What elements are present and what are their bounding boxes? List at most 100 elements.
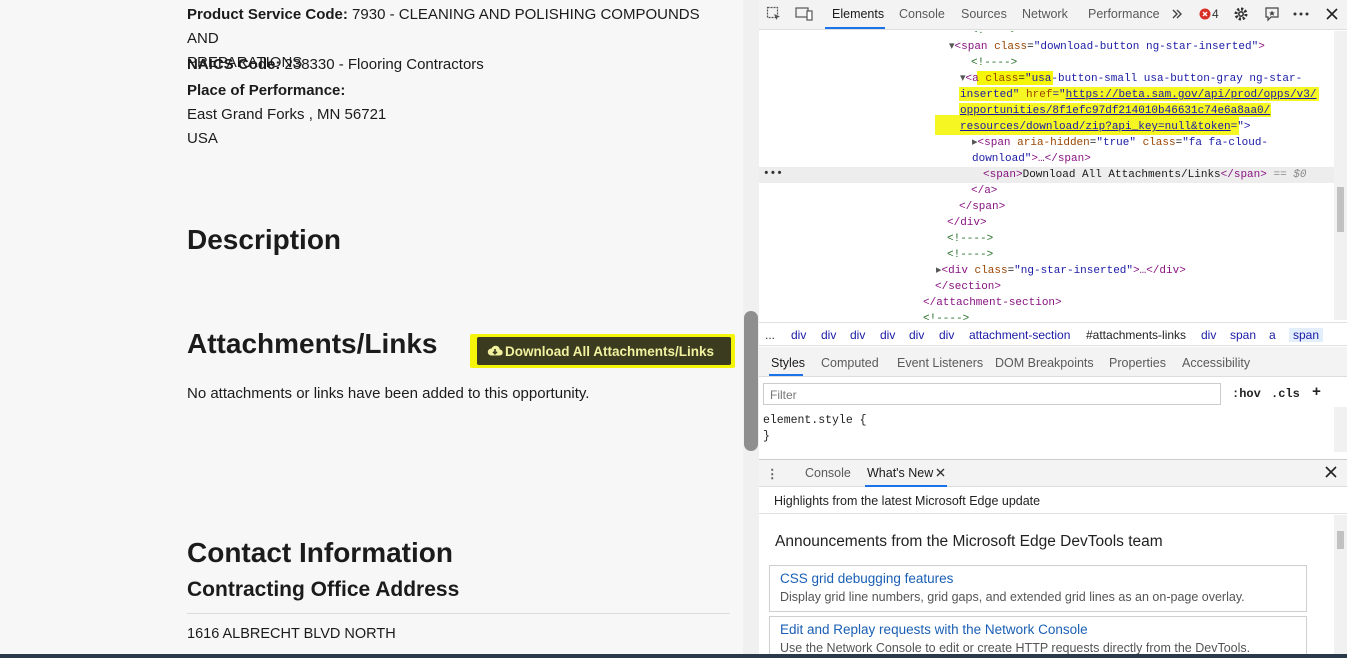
dom-line[interactable]: resources/download/zip?api_key=null&toke… — [960, 119, 1250, 135]
tab-computed[interactable]: Computed — [821, 356, 879, 370]
tab-styles-underline — [769, 374, 803, 376]
breadcrumb: ... div div div div div div attachment-s… — [759, 322, 1347, 346]
dom-line[interactable]: <!----> — [971, 55, 1017, 71]
tab-accessibility[interactable]: Accessibility — [1182, 356, 1250, 370]
breadcrumb-item[interactable]: div — [939, 328, 954, 342]
taskbar-edge — [0, 654, 1347, 658]
announcements-title: Announcements from the Microsoft Edge De… — [775, 533, 1163, 550]
breadcrumb-item-selected[interactable]: span — [1289, 328, 1324, 342]
breadcrumb-item[interactable]: ... — [765, 328, 775, 342]
dom-line-selected[interactable]: <span>Download All Attachments/Links</sp… — [983, 167, 1306, 183]
drawer-tab-underline — [865, 485, 947, 487]
breadcrumb-item[interactable]: div — [821, 328, 836, 342]
settings-gear-icon[interactable] — [1232, 5, 1250, 23]
breadcrumb-item[interactable]: div — [850, 328, 865, 342]
more-tabs-icon[interactable] — [1168, 5, 1186, 23]
device-emulation-icon[interactable] — [795, 5, 813, 23]
web-page: Product Service Code: 7930 - CLEANING AN… — [0, 0, 743, 658]
address-line-1: 1616 ALBRECHT BLVD NORTH — [187, 626, 396, 642]
href-link[interactable]: https://beta.sam.gov/api/prod/opps/v3/ — [1066, 89, 1317, 101]
dom-line[interactable]: </span> — [959, 199, 1005, 215]
naics-value: 238330 - Flooring Contractors — [280, 56, 484, 73]
hov-toggle[interactable]: :hov — [1232, 387, 1261, 401]
styles-filter-input[interactable]: Filter — [763, 383, 1221, 405]
close-tab-icon[interactable] — [936, 466, 945, 480]
feedback-icon[interactable] — [1263, 5, 1281, 23]
dom-line[interactable]: <!----> — [947, 231, 993, 247]
breadcrumb-item[interactable]: attachment-section — [969, 328, 1070, 342]
breadcrumb-item[interactable]: div — [880, 328, 895, 342]
attachments-heading: Attachments/Links — [187, 328, 438, 359]
tab-performance[interactable]: Performance — [1088, 7, 1160, 21]
announcement-card-title[interactable]: CSS grid debugging features — [780, 570, 1296, 588]
devtools-panel: Elements Console Sources Network Perform… — [759, 0, 1347, 658]
dom-line[interactable]: </attachment-section> — [923, 295, 1062, 311]
cloud-download-icon — [487, 343, 503, 359]
psc-label: Product Service Code: — [187, 6, 348, 23]
elements-dom-tree[interactable]: ••• <!----> ▾<span class="download-butto… — [759, 31, 1334, 320]
tab-properties[interactable]: Properties — [1109, 356, 1166, 370]
href-link[interactable]: resources/download/zip?api_key=null&toke… — [960, 121, 1231, 133]
cls-toggle[interactable]: .cls — [1271, 387, 1300, 401]
styles-scrollbar[interactable] — [1334, 407, 1347, 452]
drawer-tab-whats-new[interactable]: What's New — [867, 466, 933, 480]
office-address-heading: Contracting Office Address — [187, 578, 460, 601]
tab-event-listeners[interactable]: Event Listeners — [897, 356, 983, 370]
breadcrumb-item[interactable]: #attachments-links — [1086, 328, 1186, 342]
pop-city: East Grand Forks , MN 56721 — [187, 106, 387, 123]
dom-line[interactable]: <!----> — [971, 31, 1017, 39]
place-of-performance: Place of Performance: East Grand Forks ,… — [187, 79, 727, 151]
tab-styles[interactable]: Styles — [771, 356, 805, 370]
dom-tree-scrollbar-thumb[interactable] — [1337, 187, 1344, 232]
dom-line[interactable]: </a> — [971, 183, 997, 199]
dom-line[interactable]: ▾<a class="usa-button-small usa-button-g… — [960, 71, 1302, 87]
dom-line[interactable]: </section> — [935, 279, 1001, 295]
announcement-card[interactable]: CSS grid debugging features Display grid… — [769, 565, 1307, 612]
breadcrumb-item[interactable]: div — [909, 328, 924, 342]
page-scrollbar-thumb[interactable] — [744, 311, 758, 451]
dom-line[interactable]: ▾<span class="download-button ng-star-in… — [949, 39, 1265, 55]
download-all-button[interactable]: Download All Attachments/Links — [477, 337, 731, 365]
dom-line[interactable]: </div> — [947, 215, 987, 231]
drawer-toolbar: ⋮ Console What's New — [759, 459, 1347, 487]
announcement-card-title[interactable]: Edit and Replay requests with the Networ… — [780, 621, 1296, 639]
naics-label: NAICS Code: — [187, 56, 281, 73]
href-link[interactable]: opportunities/8f1efc97df214010b46631c74e… — [960, 105, 1270, 117]
whats-new-scrollbar-thumb[interactable] — [1337, 531, 1344, 549]
whats-new-scrollbar[interactable] — [1334, 515, 1347, 654]
dom-line[interactable]: <!----> — [947, 247, 993, 263]
dom-line[interactable]: <!----> — [923, 311, 969, 320]
devtools-toolbar: Elements Console Sources Network Perform… — [759, 0, 1347, 30]
breadcrumb-item[interactable]: span — [1230, 328, 1256, 342]
drawer-tab-console[interactable]: Console — [805, 466, 851, 480]
close-devtools-icon[interactable] — [1323, 5, 1341, 23]
divider — [187, 613, 730, 614]
more-options-icon[interactable] — [1292, 5, 1310, 23]
breadcrumb-item[interactable]: div — [791, 328, 806, 342]
breadcrumb-item[interactable]: div — [1201, 328, 1216, 342]
dom-line[interactable]: opportunities/8f1efc97df214010b46631c74e… — [960, 103, 1270, 119]
tab-network[interactable]: Network — [1022, 7, 1068, 21]
styles-tabs: Styles Computed Event Listeners DOM Brea… — [759, 347, 1347, 377]
breadcrumb-item[interactable]: a — [1269, 328, 1276, 342]
dom-tree-scrollbar[interactable] — [1334, 31, 1347, 320]
error-count[interactable]: 4 — [1212, 7, 1219, 21]
close-drawer-icon[interactable] — [1325, 466, 1337, 481]
announcement-card-desc: Display grid line numbers, grid gaps, an… — [780, 590, 1245, 604]
dom-line[interactable]: ▸<span aria-hidden="true" class="fa fa-c… — [972, 135, 1268, 151]
tab-console[interactable]: Console — [899, 7, 945, 21]
tab-dom-breakpoints[interactable]: DOM Breakpoints — [995, 356, 1094, 370]
announcement-card[interactable]: Edit and Replay requests with the Networ… — [769, 616, 1307, 658]
dom-line[interactable]: ▸<div class="ng-star-inserted">…</div> — [936, 263, 1186, 279]
tab-sources[interactable]: Sources — [961, 7, 1007, 21]
dom-line[interactable]: download">…</span> — [972, 151, 1091, 167]
error-icon[interactable] — [1198, 5, 1212, 23]
node-actions-ellipsis[interactable]: ••• — [763, 168, 783, 180]
pop-label: Place of Performance: — [187, 82, 346, 99]
dom-line[interactable]: inserted" href="https://beta.sam.gov/api… — [960, 87, 1316, 103]
inspect-element-icon[interactable] — [765, 5, 783, 23]
new-style-rule-button[interactable]: + — [1312, 384, 1321, 401]
drawer-more-icon[interactable]: ⋮ — [766, 466, 779, 481]
element-style-rule[interactable]: element.style { } — [763, 413, 867, 445]
tab-elements[interactable]: Elements — [832, 7, 884, 21]
